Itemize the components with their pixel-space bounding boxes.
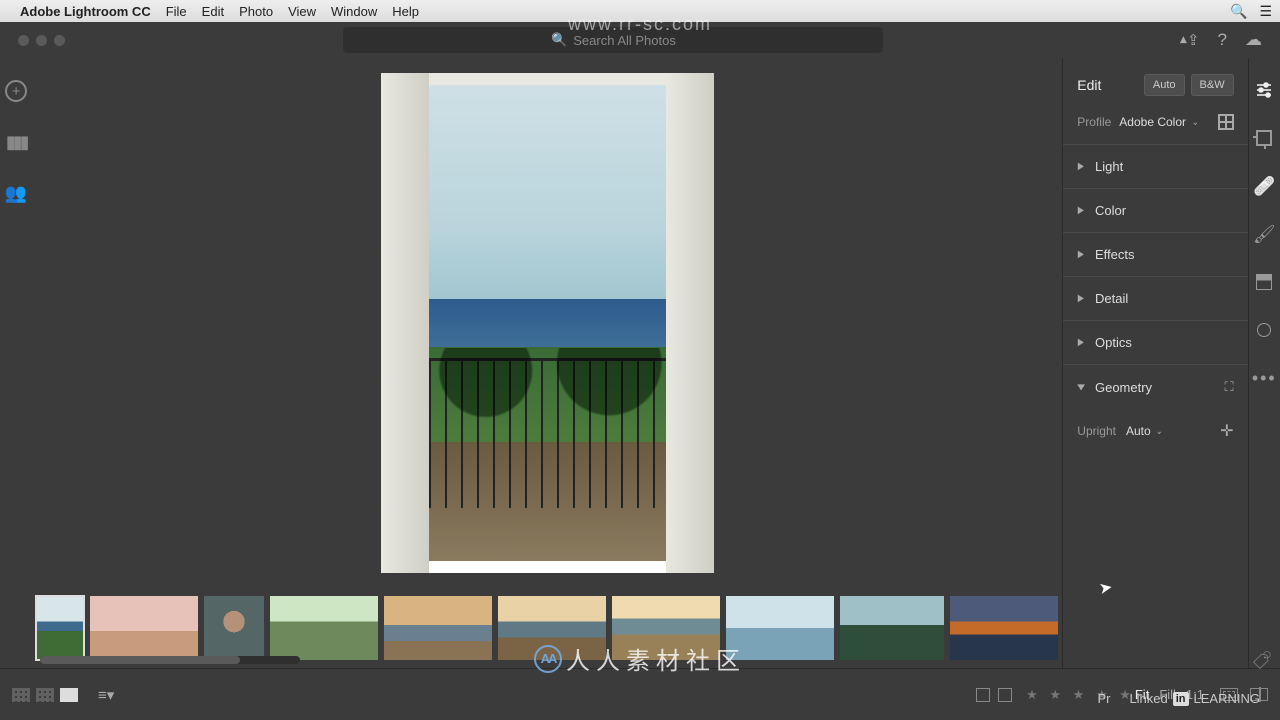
section-geometry[interactable]: ▶ Geometry ⛶ [1063,364,1247,409]
section-label: Effects [1095,247,1135,262]
brush-icon[interactable]: 🖌 [1254,224,1274,244]
menu-window[interactable]: Window [331,4,377,19]
chevron-down-icon: ▶ [1076,384,1087,390]
chevron-right-icon: ▶ [1078,293,1084,304]
main-area: + ▮▮▮ 👥 Edit [0,58,1280,668]
footer-bar: ≡▾ ★ ★ ★ ★ ★ Fit Fill 1:1 [0,668,1280,720]
section-effects[interactable]: ▶ Effects [1063,232,1247,276]
radial-gradient-icon[interactable] [1254,320,1274,340]
flag-pick-icon[interactable] [976,688,990,702]
shared-icon[interactable]: 👥 [5,183,27,204]
window-controls [18,35,65,46]
right-toolbar: 🩹 🖌 ••• [1248,58,1280,668]
menu-view[interactable]: View [288,4,316,19]
add-photos-button[interactable]: + [5,80,27,102]
thumbnail[interactable] [90,596,198,660]
section-label: Optics [1095,335,1132,350]
filmstrip-scrollbar[interactable] [40,656,300,664]
upright-value[interactable]: Auto [1126,424,1151,438]
menu-edit[interactable]: Edit [202,4,224,19]
more-icon[interactable]: ••• [1254,368,1274,388]
section-optics[interactable]: ▶ Optics [1063,320,1247,364]
spotlight-icon[interactable]: 🔍 [1230,3,1247,20]
geometry-tool-icon[interactable]: ⛶ [1224,379,1233,395]
linkedin-word1: Linked [1129,691,1167,706]
section-label: Color [1095,203,1126,218]
single-view-icon[interactable] [60,688,78,702]
thumbnail[interactable] [726,596,834,660]
menu-file[interactable]: File [166,4,187,19]
search-placeholder: Search All Photos [573,33,676,48]
mac-menu-bar: Adobe Lightroom CC File Edit Photo View … [0,0,1280,22]
profile-label: Profile [1077,115,1111,129]
linear-gradient-icon[interactable] [1254,272,1274,292]
bw-button[interactable]: B&W [1191,74,1234,96]
canvas-area [32,58,1062,668]
section-color[interactable]: ▶ Color [1063,188,1247,232]
keyword-tag-icon[interactable]: 🏷 [1251,649,1271,671]
main-photo [381,73,714,573]
minimize-window-button[interactable] [36,35,47,46]
profile-value: Adobe Color [1119,115,1186,129]
thumbnail[interactable] [36,596,84,660]
section-label: Geometry [1095,380,1152,395]
hamburger-icon[interactable]: ☰ [1259,3,1272,20]
share-icon[interactable]: ⇪ [1187,31,1200,49]
filter-icon[interactable]: ▾ [1180,32,1187,49]
thumbnail[interactable] [950,596,1058,660]
photo-canvas[interactable] [32,58,1062,588]
section-detail[interactable]: ▶ Detail [1063,276,1247,320]
chevron-down-icon: ⌄ [1155,426,1162,437]
chevron-right-icon: ▶ [1078,161,1084,172]
profile-browser-icon[interactable] [1218,114,1234,130]
section-light[interactable]: ▶ Light [1063,144,1247,188]
chevron-right-icon: ▶ [1078,205,1084,216]
thumbnail[interactable] [384,596,492,660]
thumbnail[interactable] [204,596,264,660]
thumbnail[interactable] [612,596,720,660]
chevron-right-icon: ▶ [1078,249,1084,260]
healing-brush-icon[interactable]: 🩹 [1254,176,1274,196]
cloud-sync-icon[interactable]: ☁ [1245,30,1262,50]
chevron-right-icon: ▶ [1078,337,1084,348]
thumbnail[interactable] [270,596,378,660]
help-icon[interactable]: ? [1218,30,1227,50]
linkedin-in-icon: in [1173,692,1189,706]
grid-large-icon[interactable] [36,688,54,702]
guided-upright-icon[interactable]: ✛ [1220,421,1233,441]
section-label: Light [1095,159,1123,174]
menu-photo[interactable]: Photo [239,4,273,19]
chevron-down-icon: ⌄ [1192,117,1199,128]
my-photos-icon[interactable]: ▮▮▮ [6,132,27,153]
thumbnail[interactable] [840,596,944,660]
flag-reject-icon[interactable] [998,688,1012,702]
menu-app-title[interactable]: Adobe Lightroom CC [20,4,151,19]
search-icon: 🔍 [551,32,567,48]
panel-title: Edit [1077,77,1138,93]
menu-help[interactable]: Help [392,4,419,19]
upright-label: Upright [1077,424,1116,438]
sort-icon[interactable]: ≡▾ [98,686,114,704]
linkedin-learning-badge: Pr Linked in LEARNING [1097,691,1260,706]
profile-row[interactable]: Profile Adobe Color ⌄ [1063,110,1247,144]
left-sidebar: + ▮▮▮ 👥 [0,58,32,668]
grid-small-icon[interactable] [12,688,30,702]
search-input[interactable]: 🔍 Search All Photos [343,27,883,53]
edit-sliders-icon[interactable] [1254,80,1274,100]
thumbnail[interactable] [498,596,606,660]
linkedin-word2: LEARNING [1194,691,1260,706]
crop-icon[interactable] [1254,128,1274,148]
auto-button[interactable]: Auto [1144,74,1185,96]
linkedin-pre: Pr [1097,691,1110,706]
geometry-body: Upright Auto ⌄ ✛ [1063,409,1247,453]
close-window-button[interactable] [18,35,29,46]
edit-panel: Edit Auto B&W Profile Adobe Color ⌄ ▶ Lig… [1062,58,1247,668]
maximize-window-button[interactable] [54,35,65,46]
app-title-bar: 🔍 Search All Photos ▾ ⇪ ? ☁ [0,22,1280,58]
section-label: Detail [1095,291,1128,306]
